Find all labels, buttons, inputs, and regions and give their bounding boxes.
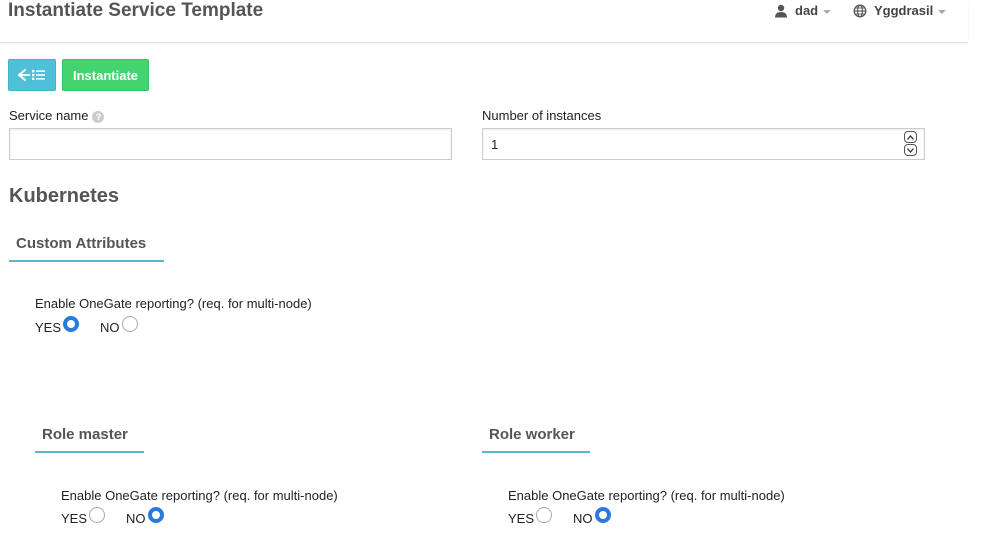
onegate-no-radio[interactable] xyxy=(121,315,138,332)
instances-label: Number of instances xyxy=(482,108,602,123)
no-option-label: NO xyxy=(126,511,146,526)
yes-option-label: YES xyxy=(61,511,88,526)
zone-menu[interactable]: Yggdrasil xyxy=(853,3,947,18)
service-name-label-text: Service name xyxy=(9,108,89,123)
user-name: dad xyxy=(795,3,819,18)
onegate-label: Enable OneGate reporting? (req. for mult… xyxy=(35,296,312,311)
tab-role-worker[interactable]: Role worker xyxy=(482,425,590,453)
instantiate-button[interactable]: Instantiate xyxy=(62,59,150,91)
role-worker-onegate-radio-group: YES NO xyxy=(508,506,611,526)
chevron-up-icon xyxy=(907,134,914,140)
service-name-input[interactable] xyxy=(9,128,452,160)
yes-option-label: YES xyxy=(35,320,62,335)
user-menu[interactable]: dad xyxy=(774,3,832,18)
chevron-down-icon xyxy=(823,9,832,14)
template-name-heading: Kubernetes xyxy=(9,185,120,207)
tab-role-master[interactable]: Role master xyxy=(35,425,144,453)
decrement-button[interactable] xyxy=(904,144,917,156)
instances-input[interactable] xyxy=(482,128,925,160)
role-master-onegate-radio-group: YES NO xyxy=(61,506,164,526)
role-master-onegate-label: Enable OneGate reporting? (req. for mult… xyxy=(61,488,338,503)
role-worker-onegate-label: Enable OneGate reporting? (req. for mult… xyxy=(508,488,785,503)
globe-icon xyxy=(853,4,867,17)
arrow-left-list-icon xyxy=(18,69,45,81)
top-bar: Instantiate Service Template dad Yggdras… xyxy=(0,0,968,43)
role-worker-onegate-no-radio[interactable] xyxy=(594,506,611,523)
chevron-down-icon xyxy=(938,9,947,14)
role-master-onegate-yes-radio[interactable] xyxy=(89,506,106,523)
chevron-down-icon xyxy=(907,147,914,153)
role-master-onegate-no-radio[interactable] xyxy=(147,506,164,523)
tab-custom-attributes[interactable]: Custom Attributes xyxy=(9,234,164,262)
yes-option-label: YES xyxy=(508,511,535,526)
no-option-label: NO xyxy=(100,320,120,335)
back-to-list-button[interactable] xyxy=(8,59,56,91)
no-option-label: NO xyxy=(573,511,593,526)
onegate-radio-group: YES NO xyxy=(35,315,138,335)
increment-button[interactable] xyxy=(904,131,917,143)
user-icon xyxy=(775,4,787,17)
role-worker-onegate-yes-radio[interactable] xyxy=(536,506,553,523)
onegate-yes-radio[interactable] xyxy=(63,315,80,332)
service-name-label: Service name? xyxy=(9,108,105,123)
page-title: Instantiate Service Template xyxy=(8,0,264,21)
zone-name: Yggdrasil xyxy=(874,3,934,18)
help-icon[interactable]: ? xyxy=(92,111,105,123)
